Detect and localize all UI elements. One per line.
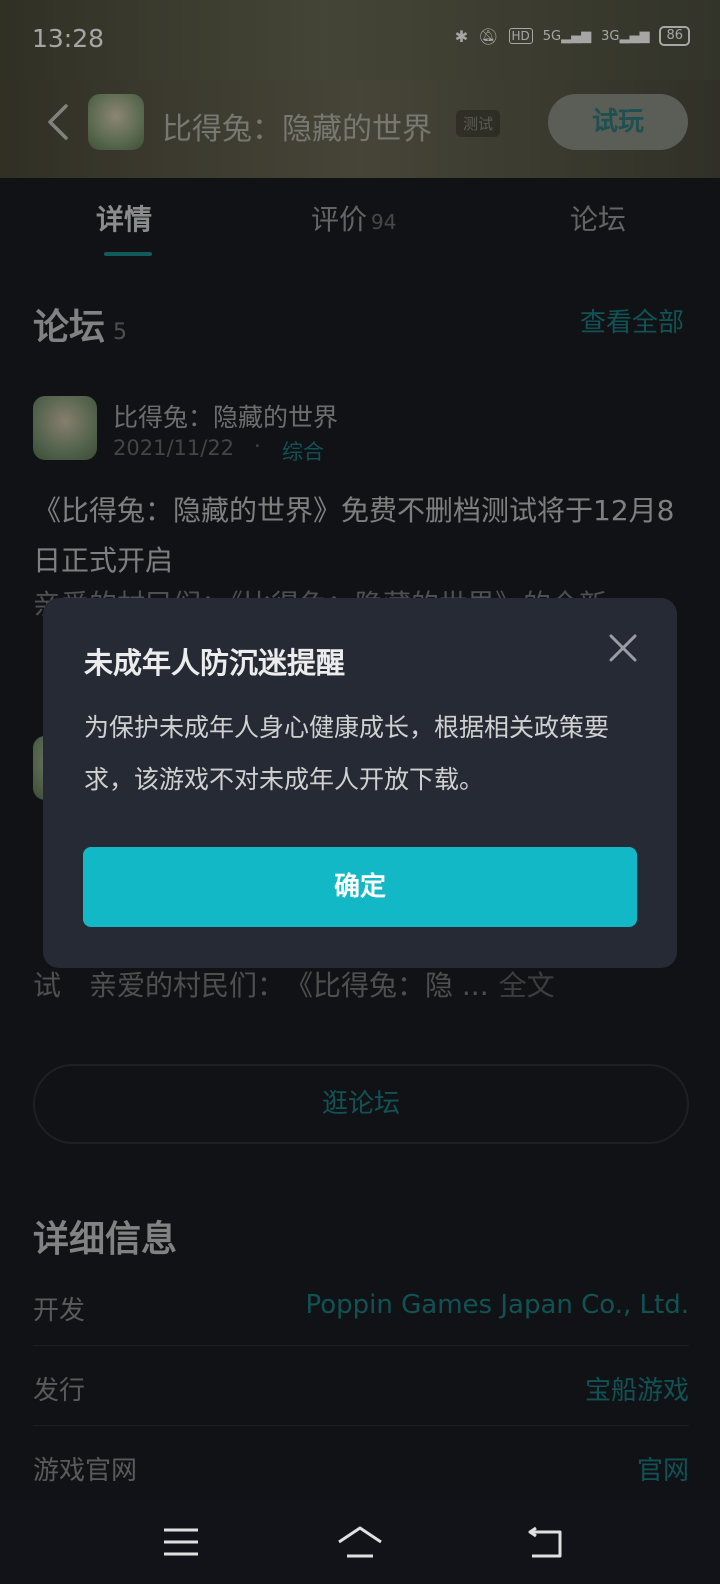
- home-icon[interactable]: [335, 1518, 385, 1566]
- anti-addiction-dialog: 未成年人防沉迷提醒 为保护未成年人身心健康成长，根据相关政策要求，该游戏不对未成…: [43, 598, 677, 968]
- system-nav-bar: [0, 1500, 720, 1584]
- dialog-title: 未成年人防沉迷提醒: [84, 646, 346, 680]
- close-icon[interactable]: [607, 632, 639, 664]
- back-icon[interactable]: [522, 1518, 572, 1566]
- dialog-message: 为保护未成年人身心健康成长，根据相关政策要求，该游戏不对未成年人开放下载。: [84, 713, 610, 794]
- confirm-button[interactable]: 确定: [83, 847, 637, 927]
- menu-icon[interactable]: [156, 1518, 206, 1566]
